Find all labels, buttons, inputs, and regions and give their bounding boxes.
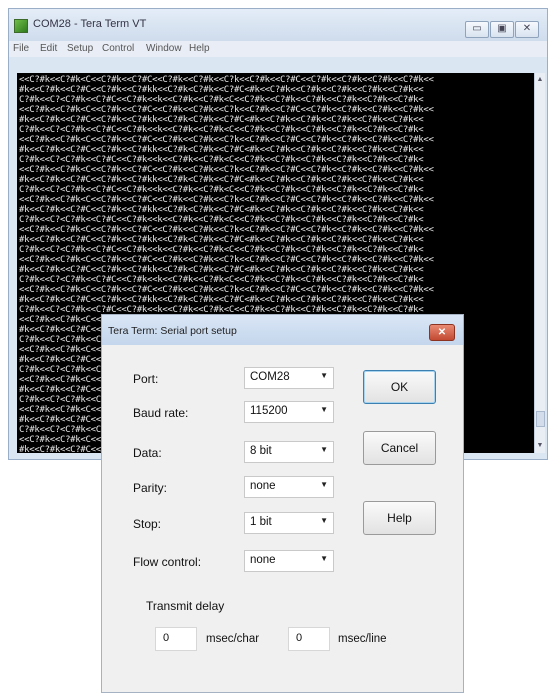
help-button[interactable]: Help	[363, 501, 436, 535]
data-label: Data:	[133, 446, 162, 460]
parity-select[interactable]: none ▼	[244, 476, 334, 498]
window-title: COM28 - Tera Term VT	[33, 18, 147, 30]
cancel-button[interactable]: Cancel	[363, 431, 436, 465]
msec-per-char-input[interactable]: 0	[155, 627, 197, 651]
parity-label: Parity:	[133, 481, 168, 495]
data-bits-select[interactable]: 8 bit ▼	[244, 441, 334, 463]
tera-term-app-icon	[14, 19, 28, 33]
minimize-button[interactable]: ▭	[465, 21, 489, 38]
scroll-down-icon[interactable]: ▼	[535, 441, 545, 451]
stop-bits-value: 1 bit	[250, 516, 272, 528]
msec-per-char-unit: msec/char	[206, 633, 260, 645]
chevron-down-icon: ▼	[320, 405, 328, 414]
msec-per-line-unit: msec/line	[338, 633, 387, 645]
chevron-down-icon: ▼	[320, 371, 328, 380]
menu-control[interactable]: Control	[102, 43, 134, 54]
flow-control-select[interactable]: none ▼	[244, 550, 334, 572]
baud-rate-value: 115200	[250, 405, 288, 417]
title-bar[interactable]: COM28 - Tera Term VT ▭ ▣ ✕	[9, 9, 547, 41]
flow-control-value: none	[250, 554, 276, 566]
chevron-down-icon: ▼	[320, 516, 328, 525]
parity-value: none	[250, 480, 276, 492]
port-value: COM28	[250, 371, 290, 383]
msec-per-line-input[interactable]: 0	[288, 627, 330, 651]
port-select[interactable]: COM28 ▼	[244, 367, 334, 389]
dialog-title: Tera Term: Serial port setup	[108, 325, 237, 337]
window-close-button[interactable]: ✕	[515, 21, 539, 38]
maximize-button[interactable]: ▣	[490, 21, 514, 38]
ok-button[interactable]: OK	[363, 370, 436, 404]
serial-port-setup-dialog: Tera Term: Serial port setup ✕ Port: COM…	[101, 314, 464, 693]
dialog-title-bar[interactable]: Tera Term: Serial port setup ✕	[102, 315, 463, 345]
menu-setup[interactable]: Setup	[67, 43, 93, 54]
stop-label: Stop:	[133, 517, 162, 531]
flow-control-label: Flow control:	[133, 555, 202, 569]
data-bits-value: 8 bit	[250, 445, 272, 457]
port-label: Port:	[133, 372, 159, 386]
chevron-down-icon: ▼	[320, 445, 328, 454]
dialog-close-button[interactable]: ✕	[429, 324, 455, 341]
menu-file[interactable]: File	[13, 43, 29, 54]
vertical-scrollbar[interactable]: ▲ ▼	[534, 73, 545, 453]
scroll-grip-icon[interactable]	[536, 411, 545, 427]
menu-window[interactable]: Window	[146, 43, 182, 54]
baud-rate-select[interactable]: 115200 ▼	[244, 401, 334, 423]
menu-bar: File Edit Setup Control Window Help	[9, 41, 547, 57]
stop-bits-select[interactable]: 1 bit ▼	[244, 512, 334, 534]
transmit-delay-label: Transmit delay	[146, 599, 225, 613]
chevron-down-icon: ▼	[320, 480, 328, 489]
baud-rate-label: Baud rate:	[133, 406, 189, 420]
chevron-down-icon: ▼	[320, 554, 328, 563]
scroll-up-icon[interactable]: ▲	[535, 75, 545, 85]
menu-edit[interactable]: Edit	[40, 43, 57, 54]
menu-help[interactable]: Help	[189, 43, 210, 54]
